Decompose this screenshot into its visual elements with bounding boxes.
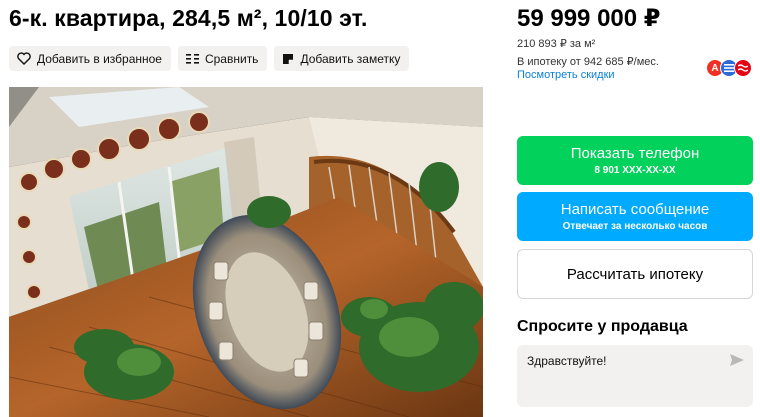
bank-wave-icon xyxy=(734,59,752,77)
show-phone-label: Показать телефон xyxy=(570,144,700,162)
send-icon[interactable] xyxy=(730,354,744,366)
discounts-link[interactable]: Посмотреть скидки xyxy=(517,69,615,81)
price-total: 59 999 000 ₽ xyxy=(517,5,661,32)
mortgage-monthly: В ипотеку от 942 685 ₽/мес. xyxy=(517,56,659,68)
add-note-label: Добавить заметку xyxy=(300,51,401,66)
compare-icon xyxy=(185,53,199,64)
write-message-label: Написать сообщение xyxy=(560,200,710,218)
add-note-button[interactable]: Добавить заметку xyxy=(274,46,410,71)
compare-button[interactable]: Сравнить xyxy=(177,46,268,71)
show-phone-button[interactable]: Показать телефон 8 901 XXX-XX-XX xyxy=(517,136,753,185)
add-to-favorites-label: Добавить в избранное xyxy=(37,51,162,66)
interior-photo-image xyxy=(9,87,483,417)
phone-number: 8 901 XXX-XX-XX xyxy=(594,164,676,176)
calculate-mortgage-button[interactable]: Рассчитать ипотеку xyxy=(517,249,753,299)
bank-logos: А xyxy=(706,59,752,77)
note-icon xyxy=(283,53,294,64)
add-to-favorites-button[interactable]: Добавить в избранное xyxy=(9,46,171,71)
heart-icon xyxy=(17,52,31,65)
listing-photo[interactable] xyxy=(9,87,483,417)
compare-label: Сравнить xyxy=(204,51,259,66)
price-per-meter: 210 893 ₽ за м² xyxy=(517,38,596,50)
write-message-button[interactable]: Написать сообщение Отвечает за несколько… xyxy=(517,192,753,241)
response-time-note: Отвечает за несколько часов xyxy=(562,220,708,232)
calculate-mortgage-label: Рассчитать ипотеку xyxy=(566,265,704,283)
listing-title: 6-к. квартира, 284,5 м², 10/10 эт. xyxy=(9,5,368,31)
listing-actions: Добавить в избранное Сравнить Добавить з… xyxy=(9,46,410,71)
ask-seller-heading: Спросите у продавца xyxy=(517,318,688,335)
seller-message-input[interactable]: Здравствуйте! xyxy=(517,345,753,407)
message-text: Здравствуйте! xyxy=(527,354,607,368)
